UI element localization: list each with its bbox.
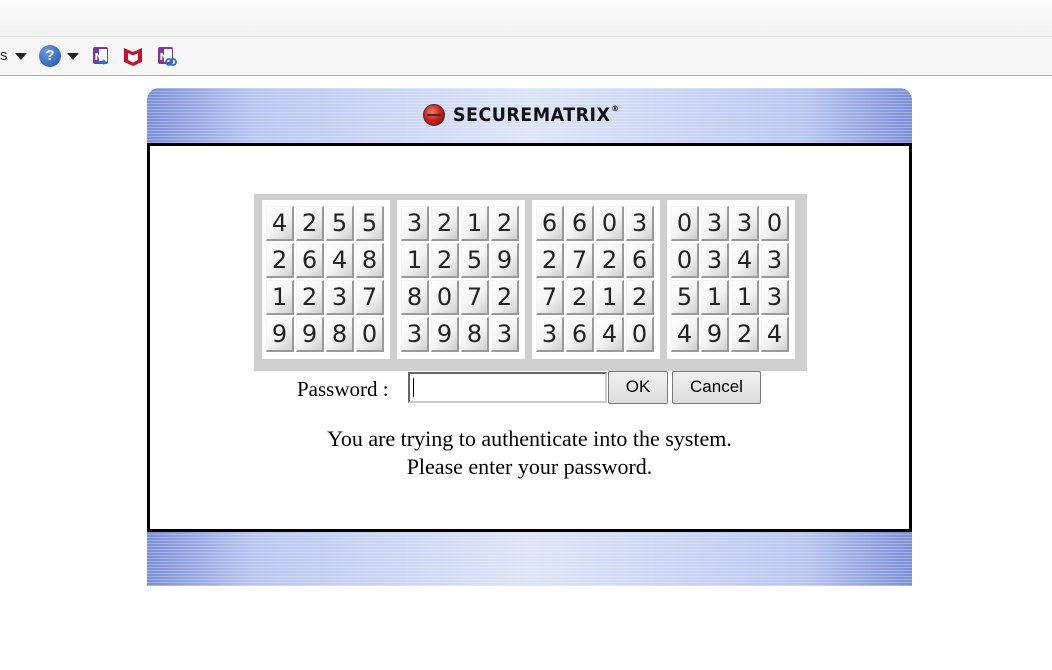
onenote-linked-icon[interactable]: N xyxy=(155,45,177,67)
matrix-cell: 9 xyxy=(431,317,459,352)
text-caret xyxy=(413,378,414,397)
matrix-cell: 4 xyxy=(761,317,789,352)
matrix-cell: 7 xyxy=(461,280,489,315)
matrix-cell: 9 xyxy=(491,243,519,278)
matrix-cell: 5 xyxy=(326,206,354,241)
matrix-cell: 1 xyxy=(701,280,729,315)
matrix-cell: 5 xyxy=(461,243,489,278)
auth-message-line-2: Please enter your password. xyxy=(406,454,653,479)
matrix-cell: 7 xyxy=(566,243,594,278)
matrix-cell: 3 xyxy=(761,243,789,278)
brand-mark: ® xyxy=(611,104,620,113)
matrix-cell: 9 xyxy=(296,317,324,352)
matrix-cell: 3 xyxy=(761,280,789,315)
onenote-send-icon[interactable]: N xyxy=(90,45,112,67)
matrix-cell: 3 xyxy=(401,317,429,352)
matrix-cell: 6 xyxy=(296,243,324,278)
matrix-cell: 7 xyxy=(356,280,384,315)
matrix-cell: 4 xyxy=(326,243,354,278)
matrix-cell: 3 xyxy=(536,317,564,352)
matrix-cell: 8 xyxy=(356,243,384,278)
matrix-cell: 1 xyxy=(401,243,429,278)
matrix-cell: 1 xyxy=(461,206,489,241)
window-header: SECUREMATRIX® xyxy=(147,88,912,143)
matrix-cell: 9 xyxy=(701,317,729,352)
matrix-cell: 0 xyxy=(596,206,624,241)
matrix-cell: 6 xyxy=(626,243,654,278)
matrix-cell: 8 xyxy=(461,317,489,352)
chevron-down-icon[interactable] xyxy=(67,53,79,60)
matrix-cell: 2 xyxy=(296,280,324,315)
matrix-cell: 4 xyxy=(671,317,699,352)
matrix-block: 0330034351134924 xyxy=(667,200,795,359)
matrix-cell: 2 xyxy=(596,243,624,278)
matrix-cell: 4 xyxy=(596,317,624,352)
matrix-cell: 9 xyxy=(266,317,294,352)
matrix-cell: 2 xyxy=(731,317,759,352)
help-icon[interactable]: ? xyxy=(39,45,61,67)
matrix-cell: 0 xyxy=(671,206,699,241)
matrix-cell: 3 xyxy=(701,243,729,278)
matrix-cell: 2 xyxy=(296,206,324,241)
matrix-cell: 0 xyxy=(431,280,459,315)
matrix-cell: 6 xyxy=(536,206,564,241)
logo-ball-icon xyxy=(423,104,445,126)
matrix-cell: 3 xyxy=(626,206,654,241)
matrix-cell: 2 xyxy=(266,243,294,278)
matrix-cell: 2 xyxy=(626,280,654,315)
auth-panel: 4255264812379980321212598072398366032726… xyxy=(147,143,912,532)
matrix-cell: 5 xyxy=(356,206,384,241)
matrix-cell: 1 xyxy=(731,280,759,315)
browser-top-bar xyxy=(0,0,1052,37)
browser-toolbar: s ? N N xyxy=(0,37,1052,76)
matrix-cell: 0 xyxy=(626,317,654,352)
brand-name: SECUREMATRIX® xyxy=(453,104,620,126)
matrix-cell: 0 xyxy=(356,317,384,352)
toolbar-menu-label[interactable]: s xyxy=(0,47,8,64)
cancel-button[interactable]: Cancel xyxy=(672,371,761,404)
matrix-cell: 3 xyxy=(326,280,354,315)
security-matrix: 4255264812379980321212598072398366032726… xyxy=(254,194,807,371)
matrix-cell: 2 xyxy=(536,243,564,278)
auth-message-line-1: You are trying to authenticate into the … xyxy=(327,426,732,451)
matrix-cell: 4 xyxy=(731,243,759,278)
ok-button[interactable]: OK xyxy=(608,371,668,404)
matrix-cell: 8 xyxy=(401,280,429,315)
matrix-cell: 7 xyxy=(536,280,564,315)
password-label: Password : xyxy=(297,377,389,401)
matrix-cell: 3 xyxy=(401,206,429,241)
matrix-cell: 8 xyxy=(326,317,354,352)
matrix-cell: 2 xyxy=(566,280,594,315)
matrix-cell: 1 xyxy=(596,280,624,315)
matrix-cell: 0 xyxy=(671,243,699,278)
matrix-cell: 3 xyxy=(701,206,729,241)
matrix-cell: 2 xyxy=(491,280,519,315)
matrix-cell: 3 xyxy=(491,317,519,352)
matrix-cell: 2 xyxy=(431,206,459,241)
password-input[interactable] xyxy=(408,372,607,403)
window-footer xyxy=(147,532,912,586)
matrix-cell: 2 xyxy=(431,243,459,278)
mcafee-icon[interactable] xyxy=(122,45,144,67)
matrix-cell: 1 xyxy=(266,280,294,315)
chevron-down-icon[interactable] xyxy=(15,53,27,60)
matrix-block: 3212125980723983 xyxy=(397,200,525,359)
matrix-cell: 3 xyxy=(731,206,759,241)
matrix-block: 6603272672123640 xyxy=(532,200,660,359)
matrix-cell: 6 xyxy=(566,317,594,352)
securematrix-logo: SECUREMATRIX® xyxy=(423,102,634,128)
matrix-block: 4255264812379980 xyxy=(262,200,390,359)
matrix-cell: 2 xyxy=(491,206,519,241)
matrix-cell: 0 xyxy=(761,206,789,241)
matrix-cell: 4 xyxy=(266,206,294,241)
matrix-cell: 6 xyxy=(566,206,594,241)
matrix-cell: 5 xyxy=(671,280,699,315)
